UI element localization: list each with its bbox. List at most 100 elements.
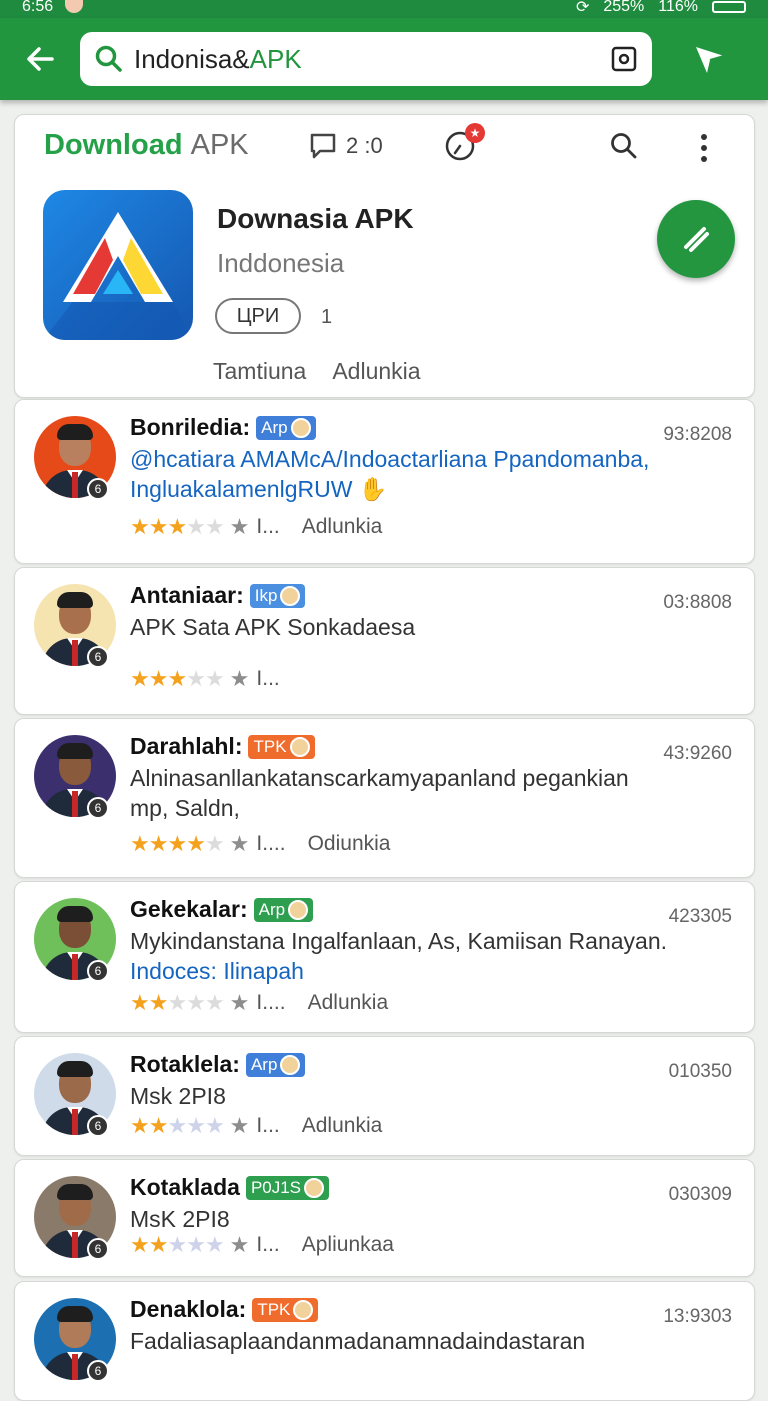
tab-tamtiuna[interactable]: Tamtiuna [213, 358, 306, 385]
star-icon: ★ [229, 514, 250, 539]
review-row[interactable]: 6 Gekekalar: Arp 423305 Mykindanstana Ingalf… [14, 881, 755, 1033]
reviewer-tag-text: Ikp [254, 585, 278, 605]
review-text-line: Msk 2PI8 [130, 1083, 226, 1109]
app-header-card: Download APK 2 :0 ★ Downasia APK Inddone… [14, 114, 755, 398]
review-time: 423305 [668, 906, 732, 927]
review-action-link[interactable]: Adlunkia [302, 1114, 383, 1138]
brand-suffix: APK [190, 129, 249, 161]
reviewer-name-text: Kotaklada [130, 1174, 240, 1200]
reviewer-tag: TPK [248, 734, 315, 759]
battery-icon [712, 1, 746, 13]
review-text-line: Indoces: Ilinapah [130, 958, 304, 984]
star-icon: ★ [229, 1113, 250, 1138]
star-icon: ★ [186, 666, 206, 691]
review-time: 030309 [668, 1184, 732, 1205]
reviewer-name[interactable]: Kotaklada P0J1S [130, 1174, 330, 1201]
comment-count: 2 :0 [346, 133, 383, 158]
rating-ellipsis: I... [256, 667, 280, 690]
header-search-button[interactable] [609, 131, 639, 166]
avatar-hair [57, 1061, 93, 1077]
avatar-badge-icon: 6 [87, 960, 109, 982]
reviewer-name[interactable]: Bonriledia: Arp [130, 414, 316, 441]
avatar-hair [57, 906, 93, 922]
reviewer-tag: Arp [253, 897, 314, 922]
send-icon [696, 47, 725, 73]
star-icon: ★ [167, 1113, 187, 1138]
camera-icon[interactable] [610, 45, 638, 73]
star-icon: ★ [229, 1232, 250, 1257]
battery-text: 116% [658, 0, 698, 15]
star-icon: ★ [229, 831, 250, 856]
review-row[interactable]: 6 Rotaklela: Arp 010350 Msk 2PI8 ★ ★ ★ ★ ★ ★ I... Ad… [14, 1036, 755, 1156]
avatar-badge-icon: 6 [87, 646, 109, 668]
search-input[interactable]: Indonisa&APK [80, 32, 652, 86]
reviewer-name[interactable]: Rotaklela: Arp [130, 1051, 306, 1078]
filter-chip[interactable]: ЦРИ [215, 298, 301, 334]
reviewer-tag-text: Arp [261, 417, 288, 437]
reviewer-tag-text: P0J1S [250, 1177, 302, 1197]
status-bar: 6:56 ⟳ 255% 116% [0, 0, 768, 18]
reviewer-name[interactable]: Denaklola: TPK [130, 1296, 319, 1323]
review-row[interactable]: 6 Antaniaar: Ikp 03:8808 APK Sata APK Sonkad… [14, 567, 755, 715]
chip-count: 1 [321, 306, 333, 328]
tab-adlunkia[interactable]: Adlunkia [332, 358, 420, 385]
reviewer-name-text: Gekekalar: [130, 896, 248, 922]
review-action-link[interactable]: Adlunkia [308, 991, 389, 1015]
rating-ellipsis: I.... [256, 832, 286, 855]
star-icon: ★ [204, 666, 225, 691]
review-row[interactable]: 6 Denaklola: TPK 13:9303 Fadaliasaplaandanma… [14, 1281, 755, 1401]
send-button[interactable] [652, 18, 768, 100]
star-icon: ★ [229, 666, 250, 691]
star-icon: ★ [148, 1113, 169, 1138]
star-icon: ★ [148, 514, 169, 539]
reviewer-name[interactable]: Gekekalar: Arp [130, 896, 314, 923]
app-subtitle: Inddonesia [217, 248, 345, 278]
avatar-badge-icon: 6 [87, 1238, 109, 1260]
review-text-line: Alninasanllankatanscarkamyapanland pegan… [130, 765, 629, 791]
star-icon: ★ [186, 514, 206, 539]
sync-icon: ⟳ [575, 0, 590, 16]
back-button[interactable] [0, 18, 80, 100]
star-icon: ★ [167, 1232, 187, 1257]
star-icon: ★ [130, 990, 150, 1015]
history-button[interactable]: ★ [443, 123, 485, 163]
star-icon: ★ [186, 1113, 206, 1138]
review-row[interactable]: 6 Bonriledia: Arp 93:8208 @hcatiara AMAMcA/I… [14, 399, 755, 564]
arrow-left-icon [27, 47, 54, 71]
star-icon: ★ [167, 990, 187, 1015]
emoji-icon [304, 1178, 325, 1199]
review-action-link[interactable]: Adlunkia [302, 515, 383, 539]
more-options-button[interactable] [699, 133, 709, 168]
reviewer-tag-text: Arp [250, 1054, 278, 1074]
edit-fab-button[interactable] [657, 200, 735, 278]
review-action-link[interactable]: Odiunkia [308, 832, 391, 856]
search-query-text: Indonisa& [134, 43, 250, 74]
avatar-badge-icon: 6 [87, 797, 109, 819]
search-icon [95, 45, 122, 72]
review-action-link[interactable]: Apliunkaa [302, 1233, 394, 1257]
reviewer-name-text: Rotaklela: [130, 1051, 240, 1077]
reviewer-name-text: Bonriledia: [130, 414, 251, 440]
reviewer-name[interactable]: Antaniaar: Ikp [130, 582, 306, 609]
notification-badge: ★ [465, 123, 485, 143]
comments-button[interactable]: 2 :0 [308, 131, 383, 161]
review-row[interactable]: 6 Kotaklada P0J1S 030309 MsK 2PI8 ★ ★ ★ ★ ★ ★ I... A… [14, 1159, 755, 1277]
review-time: 13:9303 [663, 1306, 732, 1327]
rating-row: ★ ★ ★ ★ ★ ★ I.... Odiunkia [130, 831, 390, 857]
emoji-icon [288, 900, 309, 921]
star-icon: ★ [167, 514, 187, 539]
reviewer-tag-text: TPK [257, 1299, 291, 1319]
reviewer-name-text: Denaklola: [130, 1296, 247, 1322]
rating-row: ★ ★ ★ ★ ★ ★ I... Adlunkia [130, 1113, 382, 1139]
review-row[interactable]: 6 Darahlahl: TPK 43:9260 Alninasanllankatans… [14, 718, 755, 878]
reviewer-tag: Arp [256, 415, 316, 440]
emoji-icon [280, 1055, 301, 1076]
rating-row: ★ ★ ★ ★ ★ ★ I.... Adlunkia [130, 990, 388, 1016]
more-vert-icon [701, 134, 707, 162]
reviewer-name[interactable]: Darahlahl: TPK [130, 733, 315, 760]
brand-title: Download APK [44, 129, 249, 162]
review-time: 03:8808 [663, 592, 732, 613]
avatar-hair [57, 592, 93, 608]
avatar-badge-icon: 6 [87, 478, 109, 500]
star-icon: ★ [130, 666, 150, 691]
